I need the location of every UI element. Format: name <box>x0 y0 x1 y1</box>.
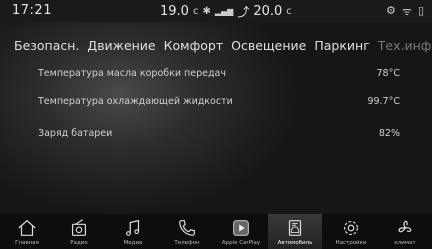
bottom-nav: Главная Радио Медиа Телефон Apple CarPla… <box>0 214 432 249</box>
fan-icon: ✱ <box>202 6 211 17</box>
signal-icon: ▂▄▆ <box>214 7 234 16</box>
phone-icon <box>179 220 195 236</box>
carplay-icon <box>233 220 249 236</box>
list-item-coolant-temp: Температура охлаждающей жидкости 99.7°C <box>38 94 400 110</box>
nav-label: Телефон <box>174 240 200 246</box>
tab-safety[interactable]: Безопасн. <box>14 38 79 53</box>
row-value: 78°C <box>376 68 400 79</box>
temp-left: 19.0 <box>160 4 189 19</box>
nav-settings[interactable]: Настройки <box>324 214 378 249</box>
radio-icon <box>71 219 87 236</box>
gear-icon <box>343 220 359 236</box>
tab-lighting[interactable]: Освещение <box>231 38 306 53</box>
phone-signal-icon: ᯤ <box>401 5 412 18</box>
nav-carplay[interactable]: Apple CarPlay <box>214 214 268 249</box>
nav-home[interactable]: Главная <box>0 214 54 249</box>
fan-icon <box>398 220 412 233</box>
music-note-icon <box>126 219 140 236</box>
nav-phone[interactable]: Телефон <box>160 214 214 249</box>
nav-label: Радио <box>70 240 88 246</box>
row-label: Температура охлаждающей жидкости <box>38 96 233 107</box>
car-info-icon <box>288 220 302 236</box>
temp-right: 20.0 <box>253 4 283 19</box>
row-value: 99.7°C <box>367 96 400 107</box>
nav-radio[interactable]: Радио <box>52 214 106 249</box>
nav-label: Apple CarPlay <box>221 240 261 246</box>
status-icons: ⚙ ᯤ ▯ <box>386 4 424 19</box>
nav-label: Настройки <box>335 240 367 246</box>
list-item-gearbox-oil-temp: Температура масла коробки передач 78°C <box>38 66 400 82</box>
row-value: 82% <box>378 128 400 139</box>
tab-parking[interactable]: Паркинг <box>314 38 369 53</box>
tab-bar: Безопасн. Движение Комфорт Освещение Пар… <box>0 34 432 56</box>
home-icon <box>18 219 36 236</box>
seat-icon: ⤴ <box>237 5 250 19</box>
temp-left-unit: c <box>192 6 199 17</box>
tab-comfort[interactable]: Комфорт <box>164 38 224 53</box>
nav-climate[interactable]: климат <box>378 214 432 249</box>
row-label: Заряд батареи <box>38 128 113 139</box>
tab-tech-info[interactable]: Тех.инфо <box>378 38 432 53</box>
list-item-battery-charge: Заряд батареи 82% <box>38 126 400 142</box>
status-bar: 17:21 19.0 c ✱ ▂▄▆ ⤴ 20.0 c ⚙ ᯤ ▯ <box>0 0 432 22</box>
nav-label: Медиа <box>123 240 143 246</box>
nav-label: климат <box>394 240 416 246</box>
nav-vehicle[interactable]: Автомобиль <box>268 214 322 249</box>
nav-label: Автомобиль <box>277 240 313 246</box>
temp-right-unit: c <box>286 6 292 17</box>
tab-driving[interactable]: Движение <box>87 38 155 53</box>
climate-status: 19.0 c ✱ ▂▄▆ ⤴ 20.0 c <box>160 3 292 20</box>
network-icon: ⚙ <box>386 4 396 17</box>
battery-icon: ▯ <box>417 4 424 17</box>
infotainment-screen: 17:21 19.0 c ✱ ▂▄▆ ⤴ 20.0 c ⚙ ᯤ ▯ Безопасн… <box>0 0 432 249</box>
nav-media[interactable]: Медиа <box>106 214 160 249</box>
clock: 17:21 <box>12 3 52 18</box>
nav-label: Главная <box>15 240 39 246</box>
row-label: Температура масла коробки передач <box>38 68 226 79</box>
